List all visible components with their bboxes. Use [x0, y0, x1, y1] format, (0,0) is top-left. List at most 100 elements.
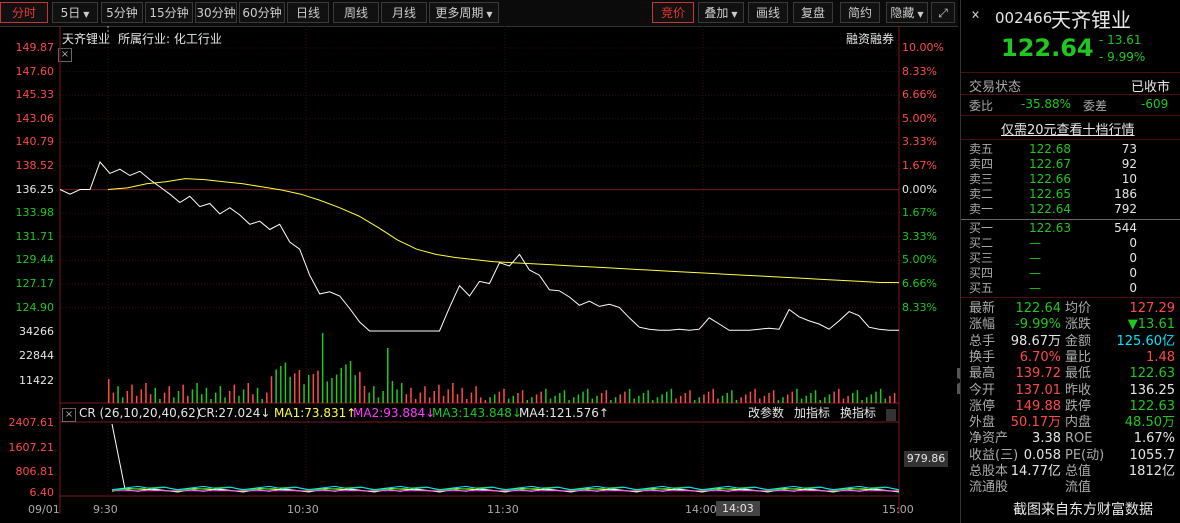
volume-bar — [331, 378, 333, 403]
volume-bar — [782, 397, 784, 403]
stat-label: 流值 — [1065, 480, 1092, 496]
volume-bar — [196, 383, 198, 403]
volume-bar — [740, 397, 742, 403]
stat-value: 127.29 — [1129, 301, 1176, 316]
stat-label: 量比 — [1065, 349, 1092, 365]
tab-more-periods[interactable]: 更多周期 ▼ — [429, 2, 499, 23]
volume-bar — [852, 393, 854, 403]
replay-button[interactable]: 复盘 — [793, 2, 833, 23]
add-indicator-button[interactable]: 加指标 — [794, 405, 830, 422]
stat-row: 最新 122.64 均价 127.29 — [961, 301, 1180, 316]
stat-label: 最低 — [1065, 366, 1092, 382]
tab-5day-label: 5日 — [60, 6, 81, 20]
time-label: 14:00 — [685, 503, 717, 516]
tab-monthly[interactable]: 月线 — [381, 2, 427, 23]
close-icon[interactable]: × — [62, 408, 76, 422]
switch-indicator-button[interactable]: 换指标 — [840, 405, 876, 422]
volume-bar — [596, 395, 598, 403]
volume-bar — [600, 393, 603, 403]
weicha-label: 委差 — [1083, 99, 1108, 113]
stat-value: 48.50万 — [1124, 415, 1175, 431]
tab-5min[interactable]: 5分钟 — [101, 2, 143, 23]
volume-bar — [387, 348, 389, 403]
tab-60min[interactable]: 60分钟 — [239, 2, 285, 23]
stat-label: 跌停 — [1065, 398, 1092, 414]
orderbook-row: 卖五 122.68 73 — [961, 142, 1180, 157]
volume-bar — [605, 390, 608, 403]
close-icon[interactable]: ✕ — [971, 8, 980, 22]
volume-bar — [168, 386, 170, 403]
volume-bar — [205, 387, 208, 403]
level2-promo-link[interactable]: 仅需20元查看十档行情 — [1001, 119, 1135, 138]
volume-bar — [577, 394, 580, 403]
stat-label: 收益(三) — [969, 447, 1019, 463]
stat-value: 98.67万 — [1010, 333, 1061, 349]
volume-bar — [256, 387, 259, 403]
volume-bar — [321, 333, 324, 403]
volume-bar — [233, 384, 236, 403]
volume-bar — [400, 383, 403, 403]
auction-button[interactable]: 竞价 — [652, 2, 694, 23]
tab-intraday[interactable]: 分时 — [0, 2, 48, 23]
orderbook-row: 买三 — 0 — [961, 251, 1180, 266]
hide-button[interactable]: 隐藏 ▼ — [886, 2, 928, 23]
stat-label: 总值 — [1065, 464, 1092, 479]
volume-bar — [224, 397, 226, 403]
tab-5day[interactable]: 5日 ▼ — [52, 2, 98, 23]
indicator-axis-label: 1607.21 — [8, 441, 55, 454]
level-label: 卖五 — [969, 142, 994, 156]
stat-label: 总股本 — [969, 464, 1009, 479]
volume-bar — [335, 374, 338, 403]
indicator-menu-icon[interactable] — [886, 409, 896, 421]
weibi-label: 委比 — [969, 99, 994, 113]
level-volume: 0 — [1129, 251, 1137, 265]
volume-bar — [884, 398, 887, 403]
volume-bar — [735, 400, 738, 403]
level-label: 买四 — [969, 266, 994, 280]
volume-bar — [498, 391, 501, 403]
draw-button[interactable]: 画线 — [748, 2, 788, 23]
tab-15min[interactable]: 15分钟 — [145, 2, 193, 23]
stat-row: 外盘 50.17万 内盘 48.50万 — [961, 415, 1180, 430]
stat-value: 122.63 — [1129, 398, 1176, 414]
stat-label: 昨收 — [1065, 382, 1092, 398]
volume-bar — [777, 400, 780, 403]
expand-icon[interactable]: ⤢ — [931, 2, 955, 23]
stat-value: -9.99% — [1015, 317, 1061, 333]
stat-label: 最新 — [969, 301, 996, 316]
level-price: 122.68 — [1029, 142, 1071, 156]
volume-bar — [679, 395, 682, 403]
tab-weekly[interactable]: 周线 — [333, 2, 379, 23]
chevron-down-icon: ▼ — [917, 10, 924, 19]
tab-30min[interactable]: 30分钟 — [195, 2, 237, 23]
stat-row: 收益(三) 0.058 PE(动) 1055.7 — [961, 448, 1180, 463]
volume-bar — [656, 397, 659, 403]
hide-label: 隐藏 — [890, 6, 915, 20]
volume-bar — [610, 400, 612, 403]
chart-canvas — [59, 26, 900, 514]
volume-bar — [280, 366, 282, 403]
price-line — [59, 161, 899, 332]
simple-button[interactable]: 简约 — [840, 2, 880, 23]
indicator-name[interactable]: CR (26,10,20,40,62) — [79, 405, 201, 422]
volume-bar — [466, 399, 468, 403]
volume-bar — [475, 386, 477, 403]
volume-bar — [326, 381, 329, 403]
tab-daily[interactable]: 日线 — [287, 2, 329, 23]
volume-bar — [759, 398, 761, 403]
overlay-button[interactable]: 叠加 ▼ — [698, 2, 744, 23]
price-change-pct: - 9.99% — [1099, 50, 1146, 64]
orderbook-row: 买二 — 0 — [961, 236, 1180, 251]
volume-bar — [480, 397, 482, 403]
edit-params-button[interactable]: 改参数 — [748, 405, 784, 422]
volume-bar — [294, 373, 296, 403]
volume-bar — [247, 383, 249, 403]
volume-bar — [131, 384, 133, 403]
volume-bar — [526, 400, 528, 403]
volume-bar — [219, 386, 222, 403]
chart-grid — [60, 26, 899, 496]
level-volume: 544 — [1114, 221, 1137, 235]
stat-label: ROE — [1065, 431, 1093, 447]
volume-bar — [717, 398, 719, 403]
volume-bar — [749, 391, 752, 403]
